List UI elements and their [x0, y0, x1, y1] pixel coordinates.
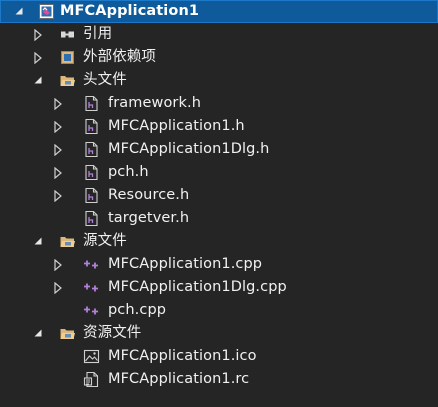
- tree-item-project[interactable]: MFCApplication1: [0, 0, 438, 23]
- project-icon: [38, 3, 55, 20]
- header-file-icon: [83, 210, 100, 227]
- resource-script-icon: [83, 371, 100, 388]
- cpp-file-icon: [83, 279, 100, 296]
- tree-item-label: MFCApplication1: [60, 3, 200, 19]
- tree-item-label: pch.h: [108, 164, 149, 180]
- tree-item-label: MFCApplication1Dlg.cpp: [108, 279, 287, 295]
- cpp-file-icon: [83, 302, 100, 319]
- expanded-arrow-icon[interactable]: [14, 0, 26, 23]
- tree-item-label: targetver.h: [108, 210, 190, 226]
- collapsed-arrow-icon[interactable]: [53, 138, 65, 161]
- tree-item-label: framework.h: [108, 95, 201, 111]
- tree-item-label: MFCApplication1.rc: [108, 371, 250, 387]
- image-file-icon: [83, 348, 100, 365]
- folder-icon: [59, 72, 76, 89]
- collapsed-arrow-icon[interactable]: [33, 23, 45, 46]
- collapsed-arrow-icon[interactable]: [53, 276, 65, 299]
- tree-item-file[interactable]: pch.cpp: [0, 299, 438, 322]
- tree-item-label: MFCApplication1.ico: [108, 348, 257, 364]
- expanded-arrow-icon[interactable]: [33, 322, 45, 345]
- header-file-icon: [83, 164, 100, 181]
- tree-item-label: MFCApplication1Dlg.h: [108, 141, 270, 157]
- tree-item-file[interactable]: pch.h: [0, 161, 438, 184]
- tree-item-label: Resource.h: [108, 187, 190, 203]
- collapsed-arrow-icon[interactable]: [53, 253, 65, 276]
- tree-item-label: MFCApplication1.cpp: [108, 256, 263, 272]
- tree-item-source-files-folder[interactable]: 源文件: [0, 230, 438, 253]
- tree-item-header-files-folder[interactable]: 头文件: [0, 69, 438, 92]
- collapsed-arrow-icon[interactable]: [53, 115, 65, 138]
- tree-item-label: pch.cpp: [108, 302, 167, 318]
- tree-item-label: 头文件: [83, 72, 127, 88]
- header-file-icon: [83, 118, 100, 135]
- tree-item-resource-files-folder[interactable]: 资源文件: [0, 322, 438, 345]
- header-file-icon: [83, 141, 100, 158]
- folder-icon: [59, 325, 76, 342]
- collapsed-arrow-icon[interactable]: [33, 46, 45, 69]
- tree-item-label: 源文件: [83, 233, 127, 249]
- tree-item-file[interactable]: MFCApplication1.h: [0, 115, 438, 138]
- tree-item-file[interactable]: MFCApplication1Dlg.cpp: [0, 276, 438, 299]
- tree-item-label: MFCApplication1.h: [108, 118, 245, 134]
- tree-item-file[interactable]: targetver.h: [0, 207, 438, 230]
- tree-item-file[interactable]: MFCApplication1.cpp: [0, 253, 438, 276]
- collapsed-arrow-icon[interactable]: [53, 184, 65, 207]
- tree-item-label: 资源文件: [83, 325, 142, 341]
- solution-explorer-tree: MFCApplication1 引用 外部依赖项 头文件 framework.h…: [0, 0, 438, 407]
- tree-item-file[interactable]: MFCApplication1Dlg.h: [0, 138, 438, 161]
- header-file-icon: [83, 95, 100, 112]
- collapsed-arrow-icon[interactable]: [53, 161, 65, 184]
- folder-icon: [59, 233, 76, 250]
- cpp-file-icon: [83, 256, 100, 273]
- tree-item-label: 引用: [83, 26, 113, 42]
- collapsed-arrow-icon[interactable]: [53, 92, 65, 115]
- tree-item-label: 外部依赖项: [83, 49, 156, 65]
- references-icon: [59, 26, 76, 43]
- tree-item-external-dependencies[interactable]: 外部依赖项: [0, 46, 438, 69]
- external-dependencies-icon: [59, 49, 76, 66]
- header-file-icon: [83, 187, 100, 204]
- tree-item-file[interactable]: MFCApplication1.ico: [0, 345, 438, 368]
- tree-item-references[interactable]: 引用: [0, 23, 438, 46]
- expanded-arrow-icon[interactable]: [33, 230, 45, 253]
- tree-item-file[interactable]: Resource.h: [0, 184, 438, 207]
- tree-item-file[interactable]: framework.h: [0, 92, 438, 115]
- expanded-arrow-icon[interactable]: [33, 69, 45, 92]
- tree-item-file[interactable]: MFCApplication1.rc: [0, 368, 438, 391]
